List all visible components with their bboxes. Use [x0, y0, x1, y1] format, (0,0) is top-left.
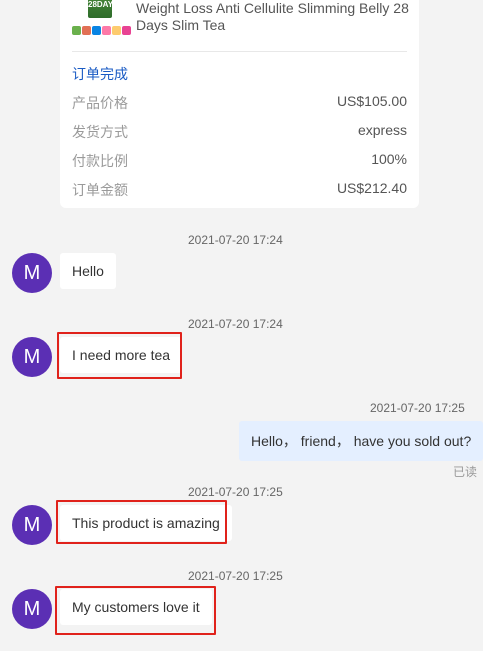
avatar[interactable]: M: [12, 505, 52, 545]
order-row-value: US$212.40: [336, 180, 407, 196]
card-divider: [72, 51, 407, 52]
order-row-value: express: [357, 122, 407, 138]
avatar[interactable]: M: [12, 337, 52, 377]
order-row-price: 产品价格 US$105.00: [72, 93, 407, 111]
thumbnail-badges: [72, 26, 131, 35]
order-row-total: 订单金额 US$212.40: [72, 180, 407, 198]
order-row-payment-ratio: 付款比例 100%: [72, 151, 407, 169]
avatar[interactable]: M: [12, 253, 52, 293]
order-card: 28DAY Weight Loss Anti Cellulite Slimmin…: [60, 0, 419, 208]
message-timestamp: 2021-07-20 17:25: [370, 401, 465, 415]
message-timestamp: 2021-07-20 17:24: [188, 317, 283, 331]
order-row-shipping: 发货方式 express: [72, 122, 407, 140]
order-status: 订单完成: [72, 66, 128, 82]
order-row-label: 发货方式: [72, 124, 128, 140]
message-timestamp: 2021-07-20 17:25: [188, 485, 283, 499]
highlight-box: [57, 332, 182, 379]
product-thumbnail[interactable]: 28DAY: [72, 0, 131, 38]
tea-package-image: 28DAY: [88, 0, 114, 18]
highlight-box: [56, 500, 227, 544]
message-timestamp: 2021-07-20 17:25: [188, 569, 283, 583]
order-row-label: 订单金额: [72, 182, 128, 198]
order-row-label: 产品价格: [72, 95, 128, 111]
thumbnail-brand-text: 28DAY: [88, 0, 114, 9]
order-row-label: 付款比例: [72, 153, 128, 169]
product-title[interactable]: Weight Loss Anti Cellulite Slimming Bell…: [136, 0, 412, 34]
highlight-box: [55, 586, 216, 635]
message-bubble: Hello: [60, 253, 116, 289]
avatar[interactable]: M: [12, 589, 52, 629]
message-timestamp: 2021-07-20 17:24: [188, 233, 283, 247]
order-row-value: 100%: [371, 151, 407, 167]
own-message-bubble: Hello， friend， have you sold out?: [239, 421, 483, 461]
read-receipt: 已读: [452, 465, 477, 479]
order-row-value: US$105.00: [336, 93, 407, 109]
